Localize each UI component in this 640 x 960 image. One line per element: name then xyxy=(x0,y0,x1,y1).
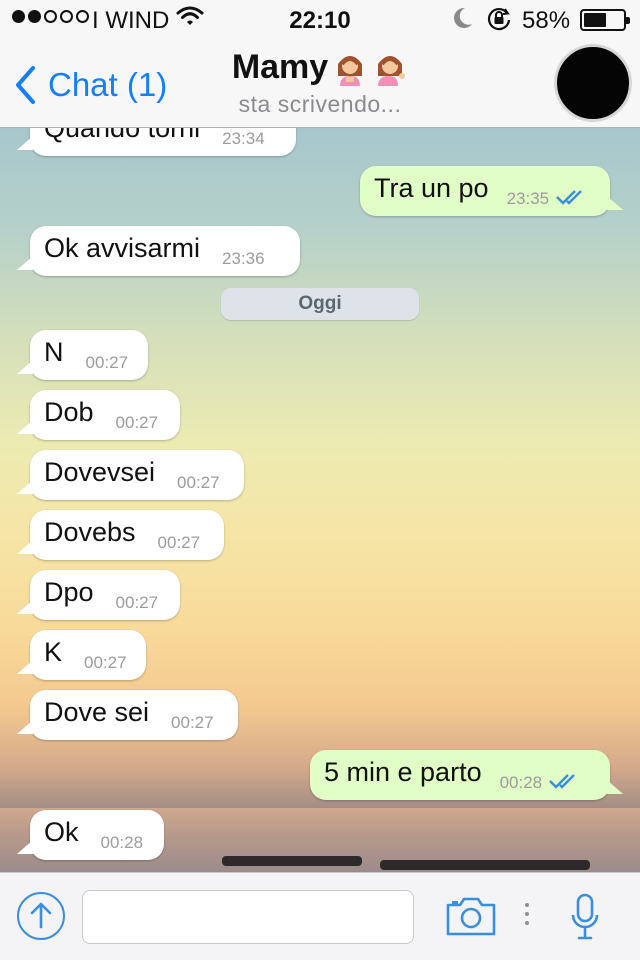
typing-status: sta scrivendo... xyxy=(238,91,402,117)
rotation-lock-icon xyxy=(486,5,512,38)
message-bubble-incoming[interactable]: N 00:27 xyxy=(17,330,148,380)
message-time: 00:27 xyxy=(85,353,129,372)
message-text: N xyxy=(44,336,64,367)
chat-header: I WIND 22:10 58% Chat (1) Mamy sta scriv… xyxy=(0,0,640,128)
contact-info[interactable]: Mamy sta scrivendo... xyxy=(180,48,460,118)
message-text: Dovevsei xyxy=(44,456,156,487)
message-time: 23:36 xyxy=(222,249,265,268)
contact-avatar[interactable] xyxy=(554,44,632,122)
message-time: 00:27 xyxy=(115,413,159,432)
message-time: 23:34 xyxy=(222,129,265,148)
more-options-icon[interactable] xyxy=(525,903,529,925)
microphone-icon xyxy=(571,893,599,940)
message-time: 00:27 xyxy=(157,533,201,552)
back-button[interactable]: Chat (1) xyxy=(14,62,167,108)
message-bubble-outgoing[interactable]: 5 min e parto 00:28 xyxy=(310,750,623,800)
message-list[interactable]: Quando torni 23:34 Tra un po 23:35 Ok av… xyxy=(0,128,640,872)
date-separator: Oggi xyxy=(221,288,419,320)
wallpaper-pier xyxy=(380,860,590,870)
message-time: 00:27 xyxy=(84,653,127,672)
message-bubble-incoming[interactable]: Dovebs 00:27 xyxy=(17,510,224,560)
message-text: Dove sei xyxy=(44,696,150,727)
battery-percentage: 58% xyxy=(522,7,571,34)
message-text: Tra un po xyxy=(374,172,489,203)
woman-tipping-hand-emoji-icon xyxy=(378,55,406,86)
double-check-icon xyxy=(549,774,575,789)
message-time: 00:28 xyxy=(499,773,543,792)
message-time: 00:27 xyxy=(177,473,220,492)
chevron-left-icon xyxy=(16,66,35,104)
message-bubble-outgoing[interactable]: Tra un po 23:35 xyxy=(360,166,623,216)
contact-name: Mamy xyxy=(231,48,329,86)
message-bubble-incoming[interactable]: Ok avvisarmi 23:36 xyxy=(17,226,300,276)
message-input[interactable] xyxy=(82,890,414,944)
message-time: 23:35 xyxy=(506,189,550,208)
upload-arrow-icon xyxy=(30,902,52,929)
message-text: Dpo xyxy=(44,576,94,607)
message-bubble-incoming[interactable]: K 00:27 xyxy=(17,630,146,680)
message-time: 00:27 xyxy=(115,593,159,612)
message-bubble-incoming[interactable]: Dovevsei 00:27 xyxy=(17,450,244,500)
message-bubble-incoming[interactable]: Ok 00:28 xyxy=(17,810,164,860)
double-check-icon xyxy=(556,190,582,205)
message-bubble-incoming[interactable]: Dove sei 00:27 xyxy=(17,690,238,740)
message-text: Ok avvisarmi xyxy=(44,232,201,263)
contact-name-row: Mamy xyxy=(232,48,408,87)
message-text: 5 min e parto xyxy=(324,756,482,787)
message-text: Dob xyxy=(44,396,94,427)
message-text: K xyxy=(44,636,63,667)
wallpaper-pier xyxy=(222,856,362,866)
message-input-bar xyxy=(0,872,640,960)
status-bar: I WIND 22:10 58% xyxy=(0,0,640,40)
message-bubble-incoming[interactable]: Dpo 00:27 xyxy=(17,570,180,620)
message-text: Ok xyxy=(44,816,79,847)
woman-raising-hands-emoji-icon xyxy=(338,55,363,86)
message-time: 00:27 xyxy=(171,713,214,732)
message-bubble-incoming[interactable]: Dob 00:27 xyxy=(17,390,180,440)
camera-icon xyxy=(446,897,496,936)
back-button-label: Chat (1) xyxy=(48,66,168,103)
message-bubble-incoming[interactable]: Quando torni 23:34 xyxy=(17,128,296,156)
camera-button[interactable] xyxy=(445,895,497,942)
message-text: Quando torni xyxy=(44,128,200,144)
message-text: Dovebs xyxy=(44,516,136,547)
do-not-disturb-moon-icon xyxy=(452,5,474,38)
microphone-button[interactable] xyxy=(571,893,599,946)
upload-button[interactable] xyxy=(17,892,65,940)
message-time: 00:28 xyxy=(100,833,144,852)
battery-icon xyxy=(580,9,630,31)
